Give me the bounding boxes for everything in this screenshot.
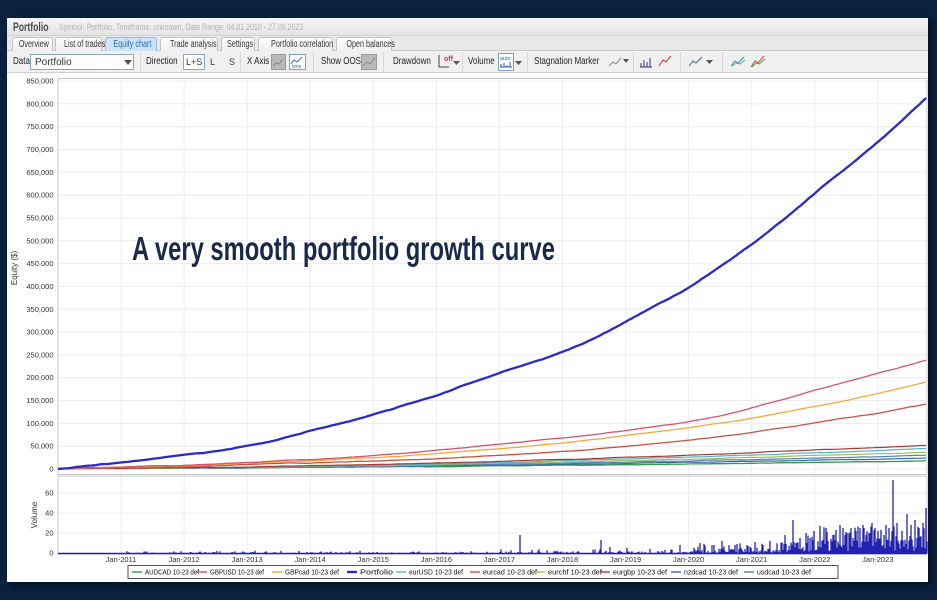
svg-text:Jan-2016: Jan-2016 [421, 555, 452, 564]
svg-text:AUDCAD 10-23 def: AUDCAD 10-23 def [145, 570, 199, 577]
svg-text:650,000: 650,000 [26, 168, 53, 177]
svg-text:S: S [229, 57, 235, 67]
svg-text:Jan-2015: Jan-2015 [358, 555, 389, 564]
svg-text:time: time [292, 64, 302, 70]
svg-text:eurUSD 10-23 def: eurUSD 10-23 def [409, 570, 463, 577]
svg-text:850,000: 850,000 [26, 77, 53, 86]
svg-text:auto: auto [500, 56, 511, 62]
svg-text:eurchf 10-23 def: eurchf 10-23 def [548, 570, 602, 577]
svg-text:Portfolio: Portfolio [360, 570, 393, 577]
svg-text:550,000: 550,000 [26, 214, 53, 223]
svg-text:40: 40 [45, 509, 53, 518]
svg-text:600,000: 600,000 [26, 191, 53, 200]
svg-text:300,000: 300,000 [26, 328, 53, 337]
svg-text:Volume: Volume [30, 501, 39, 528]
svg-text:50,000: 50,000 [31, 442, 54, 451]
svg-text:Jan-2011: Jan-2011 [106, 555, 137, 564]
svg-text:350,000: 350,000 [26, 305, 53, 314]
svg-text:Jan-2017: Jan-2017 [484, 555, 515, 564]
svg-text:GBPcad 10-23 def: GBPcad 10-23 def [285, 570, 339, 577]
svg-text:Jan-2018: Jan-2018 [547, 555, 578, 564]
svg-text:Jan-2013: Jan-2013 [231, 555, 262, 564]
svg-text:Jan-2023: Jan-2023 [862, 555, 893, 564]
svg-text:Jan-2012: Jan-2012 [168, 555, 199, 564]
svg-text:0: 0 [49, 465, 53, 474]
svg-text:750,000: 750,000 [26, 122, 53, 131]
svg-text:400,000: 400,000 [26, 282, 53, 291]
svg-text:Jan-2021: Jan-2021 [736, 555, 767, 564]
svg-text:100,000: 100,000 [26, 419, 53, 428]
svg-text:0: 0 [49, 549, 53, 558]
svg-text:700,000: 700,000 [26, 145, 53, 154]
svg-text:L: L [210, 57, 215, 67]
svg-text:800,000: 800,000 [26, 99, 53, 108]
svg-text:450,000: 450,000 [26, 259, 53, 268]
svg-text:60: 60 [45, 489, 53, 498]
svg-text:Jan-2020: Jan-2020 [673, 555, 704, 564]
svg-text:200,000: 200,000 [26, 373, 53, 382]
svg-text:eurcad 10-23 def: eurcad 10-23 def [483, 570, 537, 577]
svg-text:L+S: L+S [186, 57, 202, 67]
svg-text:Jan-2022: Jan-2022 [799, 555, 830, 564]
svg-text:250,000: 250,000 [26, 350, 53, 359]
svg-text:500,000: 500,000 [26, 236, 53, 245]
svg-text:eurgbp 10-23 def: eurgbp 10-23 def [613, 570, 667, 577]
svg-text:usdcad 10-23 def: usdcad 10-23 def [757, 570, 811, 577]
svg-text:nzdcad 10-23 def: nzdcad 10-23 def [684, 570, 738, 577]
svg-text:150,000: 150,000 [26, 396, 53, 405]
svg-text:Jan-2019: Jan-2019 [610, 555, 641, 564]
svg-text:Portfolio: Portfolio [35, 57, 72, 68]
svg-text:GBPUSD 10-23 def: GBPUSD 10-23 def [210, 570, 264, 577]
svg-text:Equity ($): Equity ($) [10, 251, 19, 286]
svg-text:20: 20 [45, 529, 53, 538]
svg-text:Jan-2014: Jan-2014 [295, 555, 326, 564]
svg-text:off: off [444, 56, 454, 63]
